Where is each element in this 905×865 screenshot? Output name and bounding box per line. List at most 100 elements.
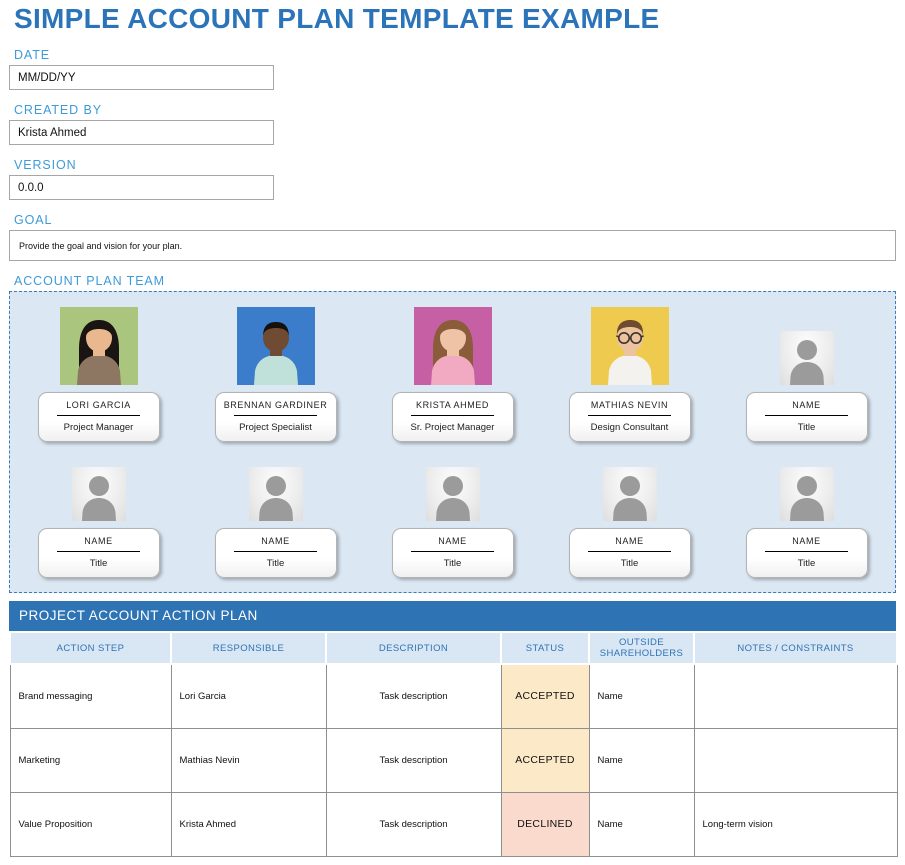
name-divider bbox=[411, 415, 494, 416]
placeholder-avatar-icon bbox=[249, 467, 303, 521]
member-title: Title bbox=[751, 422, 863, 433]
team-member-card[interactable]: NAME Title bbox=[10, 467, 187, 578]
member-title: Project Specialist bbox=[220, 422, 332, 433]
description-cell[interactable]: Task description bbox=[326, 728, 501, 792]
status-cell[interactable]: ACCEPTED bbox=[501, 664, 589, 728]
placeholder-avatar-icon bbox=[426, 467, 480, 521]
member-photo bbox=[237, 307, 315, 385]
member-name: LORI GARCIA bbox=[43, 400, 155, 410]
name-divider bbox=[57, 415, 140, 416]
description-cell[interactable]: Task description bbox=[326, 792, 501, 856]
member-title: Project Manager bbox=[43, 422, 155, 433]
col-header-responsible: RESPONSIBLE bbox=[171, 632, 326, 664]
team-member-card[interactable]: LORI GARCIA Project Manager bbox=[10, 307, 187, 442]
table-row: Value Proposition Krista Ahmed Task desc… bbox=[10, 792, 897, 856]
member-photo bbox=[249, 467, 303, 521]
member-title: Design Consultant bbox=[574, 422, 686, 433]
member-namecard[interactable]: LORI GARCIA Project Manager bbox=[38, 392, 160, 442]
date-input[interactable] bbox=[9, 65, 274, 90]
member-namecard[interactable]: NAME Title bbox=[215, 528, 337, 578]
member-name: KRISTA AHMED bbox=[397, 400, 509, 410]
member-namecard[interactable]: NAME Title bbox=[746, 392, 868, 442]
name-divider bbox=[234, 415, 317, 416]
action-plan-table: ACTION STEP RESPONSIBLE DESCRIPTION STAT… bbox=[9, 631, 898, 857]
portrait-illustration-icon bbox=[60, 307, 138, 385]
status-cell[interactable]: ACCEPTED bbox=[501, 728, 589, 792]
action-step-cell[interactable]: Value Proposition bbox=[10, 792, 171, 856]
team-member-card[interactable]: NAME Title bbox=[718, 307, 895, 442]
portrait-illustration-icon bbox=[237, 307, 315, 385]
action-step-cell[interactable]: Marketing bbox=[10, 728, 171, 792]
member-photo bbox=[60, 307, 138, 385]
member-title: Title bbox=[220, 558, 332, 569]
member-title: Sr. Project Manager bbox=[397, 422, 509, 433]
placeholder-avatar-icon bbox=[780, 331, 834, 385]
responsible-cell[interactable]: Krista Ahmed bbox=[171, 792, 326, 856]
table-row: Marketing Mathias Nevin Task description… bbox=[10, 728, 897, 792]
team-member-card[interactable]: BRENNAN GARDINER Project Specialist bbox=[187, 307, 364, 442]
team-row: NAME Title NAME Title bbox=[10, 442, 895, 578]
version-input[interactable] bbox=[9, 175, 274, 200]
team-member-card[interactable]: KRISTA AHMED Sr. Project Manager bbox=[364, 307, 541, 442]
name-divider bbox=[57, 551, 140, 552]
member-namecard[interactable]: KRISTA AHMED Sr. Project Manager bbox=[392, 392, 514, 442]
responsible-cell[interactable]: Lori Garcia bbox=[171, 664, 326, 728]
col-header-outside-shareholders: OUTSIDE SHAREHOLDERS bbox=[589, 632, 694, 664]
member-photo bbox=[414, 307, 492, 385]
member-name: NAME bbox=[751, 536, 863, 546]
portrait-illustration-icon bbox=[591, 307, 669, 385]
member-name: NAME bbox=[397, 536, 509, 546]
placeholder-avatar-icon bbox=[780, 467, 834, 521]
member-title: Title bbox=[574, 558, 686, 569]
member-namecard[interactable]: NAME Title bbox=[392, 528, 514, 578]
member-name: NAME bbox=[751, 400, 863, 410]
col-header-description: DESCRIPTION bbox=[326, 632, 501, 664]
member-name: NAME bbox=[43, 536, 155, 546]
member-namecard[interactable]: BRENNAN GARDINER Project Specialist bbox=[215, 392, 337, 442]
member-photo bbox=[780, 467, 834, 521]
member-photo bbox=[603, 467, 657, 521]
placeholder-avatar-icon bbox=[603, 467, 657, 521]
team-row: LORI GARCIA Project Manager BRE bbox=[10, 292, 895, 442]
member-photo bbox=[72, 467, 126, 521]
member-name: BRENNAN GARDINER bbox=[220, 400, 332, 410]
member-namecard[interactable]: NAME Title bbox=[746, 528, 868, 578]
team-member-card[interactable]: NAME Title bbox=[718, 467, 895, 578]
table-header-row: ACTION STEP RESPONSIBLE DESCRIPTION STAT… bbox=[10, 632, 897, 664]
created-by-label: CREATED BY bbox=[14, 103, 896, 117]
date-label: DATE bbox=[14, 48, 896, 62]
member-namecard[interactable]: MATHIAS NEVIN Design Consultant bbox=[569, 392, 691, 442]
action-plan-section-header: PROJECT ACCOUNT ACTION PLAN bbox=[9, 601, 896, 631]
account-plan-team-box: LORI GARCIA Project Manager BRE bbox=[9, 291, 896, 593]
page-title: SIMPLE ACCOUNT PLAN TEMPLATE EXAMPLE bbox=[14, 3, 896, 35]
action-step-cell[interactable]: Brand messaging bbox=[10, 664, 171, 728]
member-title: Title bbox=[751, 558, 863, 569]
name-divider bbox=[588, 551, 671, 552]
col-header-action-step: ACTION STEP bbox=[10, 632, 171, 664]
goal-input[interactable]: Provide the goal and vision for your pla… bbox=[9, 230, 896, 261]
portrait-illustration-icon bbox=[414, 307, 492, 385]
member-namecard[interactable]: NAME Title bbox=[569, 528, 691, 578]
member-photo bbox=[780, 307, 834, 385]
status-cell[interactable]: DECLINED bbox=[501, 792, 589, 856]
member-namecard[interactable]: NAME Title bbox=[38, 528, 160, 578]
team-section-label: ACCOUNT PLAN TEAM bbox=[14, 274, 896, 288]
created-by-input[interactable] bbox=[9, 120, 274, 145]
description-cell[interactable]: Task description bbox=[326, 664, 501, 728]
member-name: MATHIAS NEVIN bbox=[574, 400, 686, 410]
team-member-card[interactable]: NAME Title bbox=[364, 467, 541, 578]
outside-shareholders-cell[interactable]: Name bbox=[589, 792, 694, 856]
team-member-card[interactable]: MATHIAS NEVIN Design Consultant bbox=[541, 307, 718, 442]
notes-cell[interactable] bbox=[694, 664, 897, 728]
notes-cell[interactable]: Long-term vision bbox=[694, 792, 897, 856]
responsible-cell[interactable]: Mathias Nevin bbox=[171, 728, 326, 792]
team-member-card[interactable]: NAME Title bbox=[187, 467, 364, 578]
member-title: Title bbox=[43, 558, 155, 569]
account-plan-document: SIMPLE ACCOUNT PLAN TEMPLATE EXAMPLE DAT… bbox=[0, 3, 905, 857]
name-divider bbox=[234, 551, 317, 552]
member-photo bbox=[426, 467, 480, 521]
outside-shareholders-cell[interactable]: Name bbox=[589, 664, 694, 728]
notes-cell[interactable] bbox=[694, 728, 897, 792]
outside-shareholders-cell[interactable]: Name bbox=[589, 728, 694, 792]
team-member-card[interactable]: NAME Title bbox=[541, 467, 718, 578]
